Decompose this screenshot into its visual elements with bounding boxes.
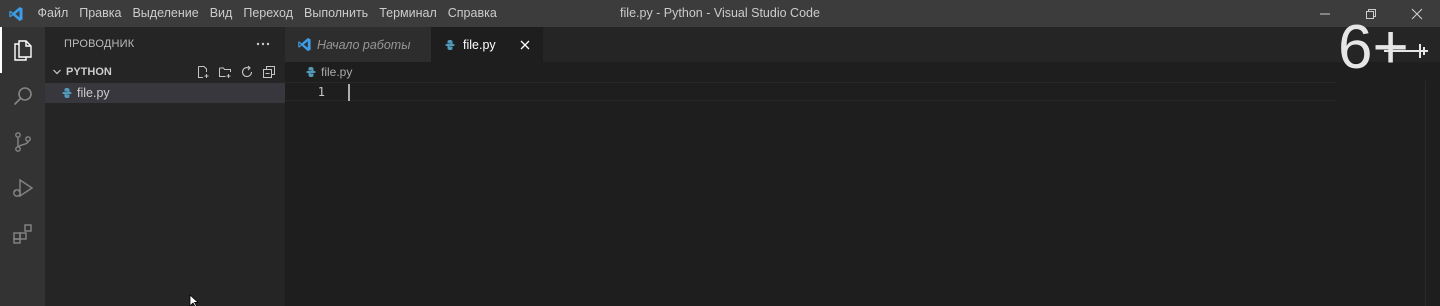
extensions-icon[interactable] (0, 211, 45, 257)
tab-label: Начало работы (317, 37, 411, 52)
folder-actions (195, 64, 285, 80)
code-editor[interactable]: 1 (285, 82, 1440, 306)
minimap-border (1425, 81, 1426, 306)
code-line[interactable]: 1 (285, 82, 1337, 101)
explorer-sidebar: ПРОВОДНИК PYTHON file.py (45, 27, 285, 306)
chevron-down-icon[interactable] (49, 64, 65, 80)
watermark-text: 6+ (1338, 13, 1409, 76)
line-number: 1 (317, 85, 325, 99)
run-debug-icon[interactable] (0, 165, 45, 211)
sidebar-header: ПРОВОДНИК (45, 27, 285, 61)
sidebar-title: ПРОВОДНИК (64, 38, 135, 50)
menu-file[interactable]: Файл (32, 0, 74, 27)
menu-run[interactable]: Выполнить (299, 0, 374, 27)
menu-go[interactable]: Переход (238, 0, 299, 27)
watermark-overlay: 6+ (1338, 4, 1428, 82)
tab-bar: Начало работы file.py (285, 27, 1440, 62)
explorer-icon[interactable] (0, 27, 45, 73)
activity-bar (0, 27, 45, 306)
title-bar: Файл Правка Выделение Вид Переход Выполн… (0, 0, 1440, 27)
close-tab-icon[interactable] (517, 37, 533, 53)
breadcrumb: file.py (285, 62, 1440, 82)
more-actions-icon[interactable] (255, 36, 271, 52)
collapse-all-icon[interactable] (261, 64, 277, 80)
menu-selection[interactable]: Выделение (127, 0, 204, 27)
menu-help[interactable]: Справка (442, 0, 502, 27)
vscode-logo-icon (295, 37, 313, 53)
tab-label: file.py (463, 37, 496, 52)
file-item[interactable]: file.py (45, 83, 285, 103)
tab-file-py[interactable]: file.py (431, 27, 543, 62)
editor-area: Начало работы file.py file.py 1 (285, 27, 1440, 306)
workspace-folder[interactable]: PYTHON (45, 61, 285, 83)
refresh-icon[interactable] (239, 64, 255, 80)
source-control-icon[interactable] (0, 119, 45, 165)
new-file-icon[interactable] (195, 64, 211, 80)
text-cursor (348, 84, 350, 101)
tab-welcome[interactable]: Начало работы (285, 27, 431, 62)
breadcrumb-file[interactable]: file.py (321, 65, 352, 79)
folder-name: PYTHON (66, 66, 112, 78)
new-folder-icon[interactable] (217, 64, 233, 80)
menu-bar: Файл Правка Выделение Вид Переход Выполн… (32, 0, 502, 27)
file-name: file.py (77, 86, 110, 100)
menu-view[interactable]: Вид (204, 0, 238, 27)
vscode-logo-icon[interactable] (0, 0, 32, 27)
python-file-icon (59, 85, 75, 101)
menu-terminal[interactable]: Терминал (374, 0, 443, 27)
python-file-icon (441, 37, 459, 53)
search-icon[interactable] (0, 73, 45, 119)
python-file-icon (303, 64, 319, 80)
mouse-pointer-icon (189, 294, 200, 306)
menu-edit[interactable]: Правка (74, 0, 127, 27)
